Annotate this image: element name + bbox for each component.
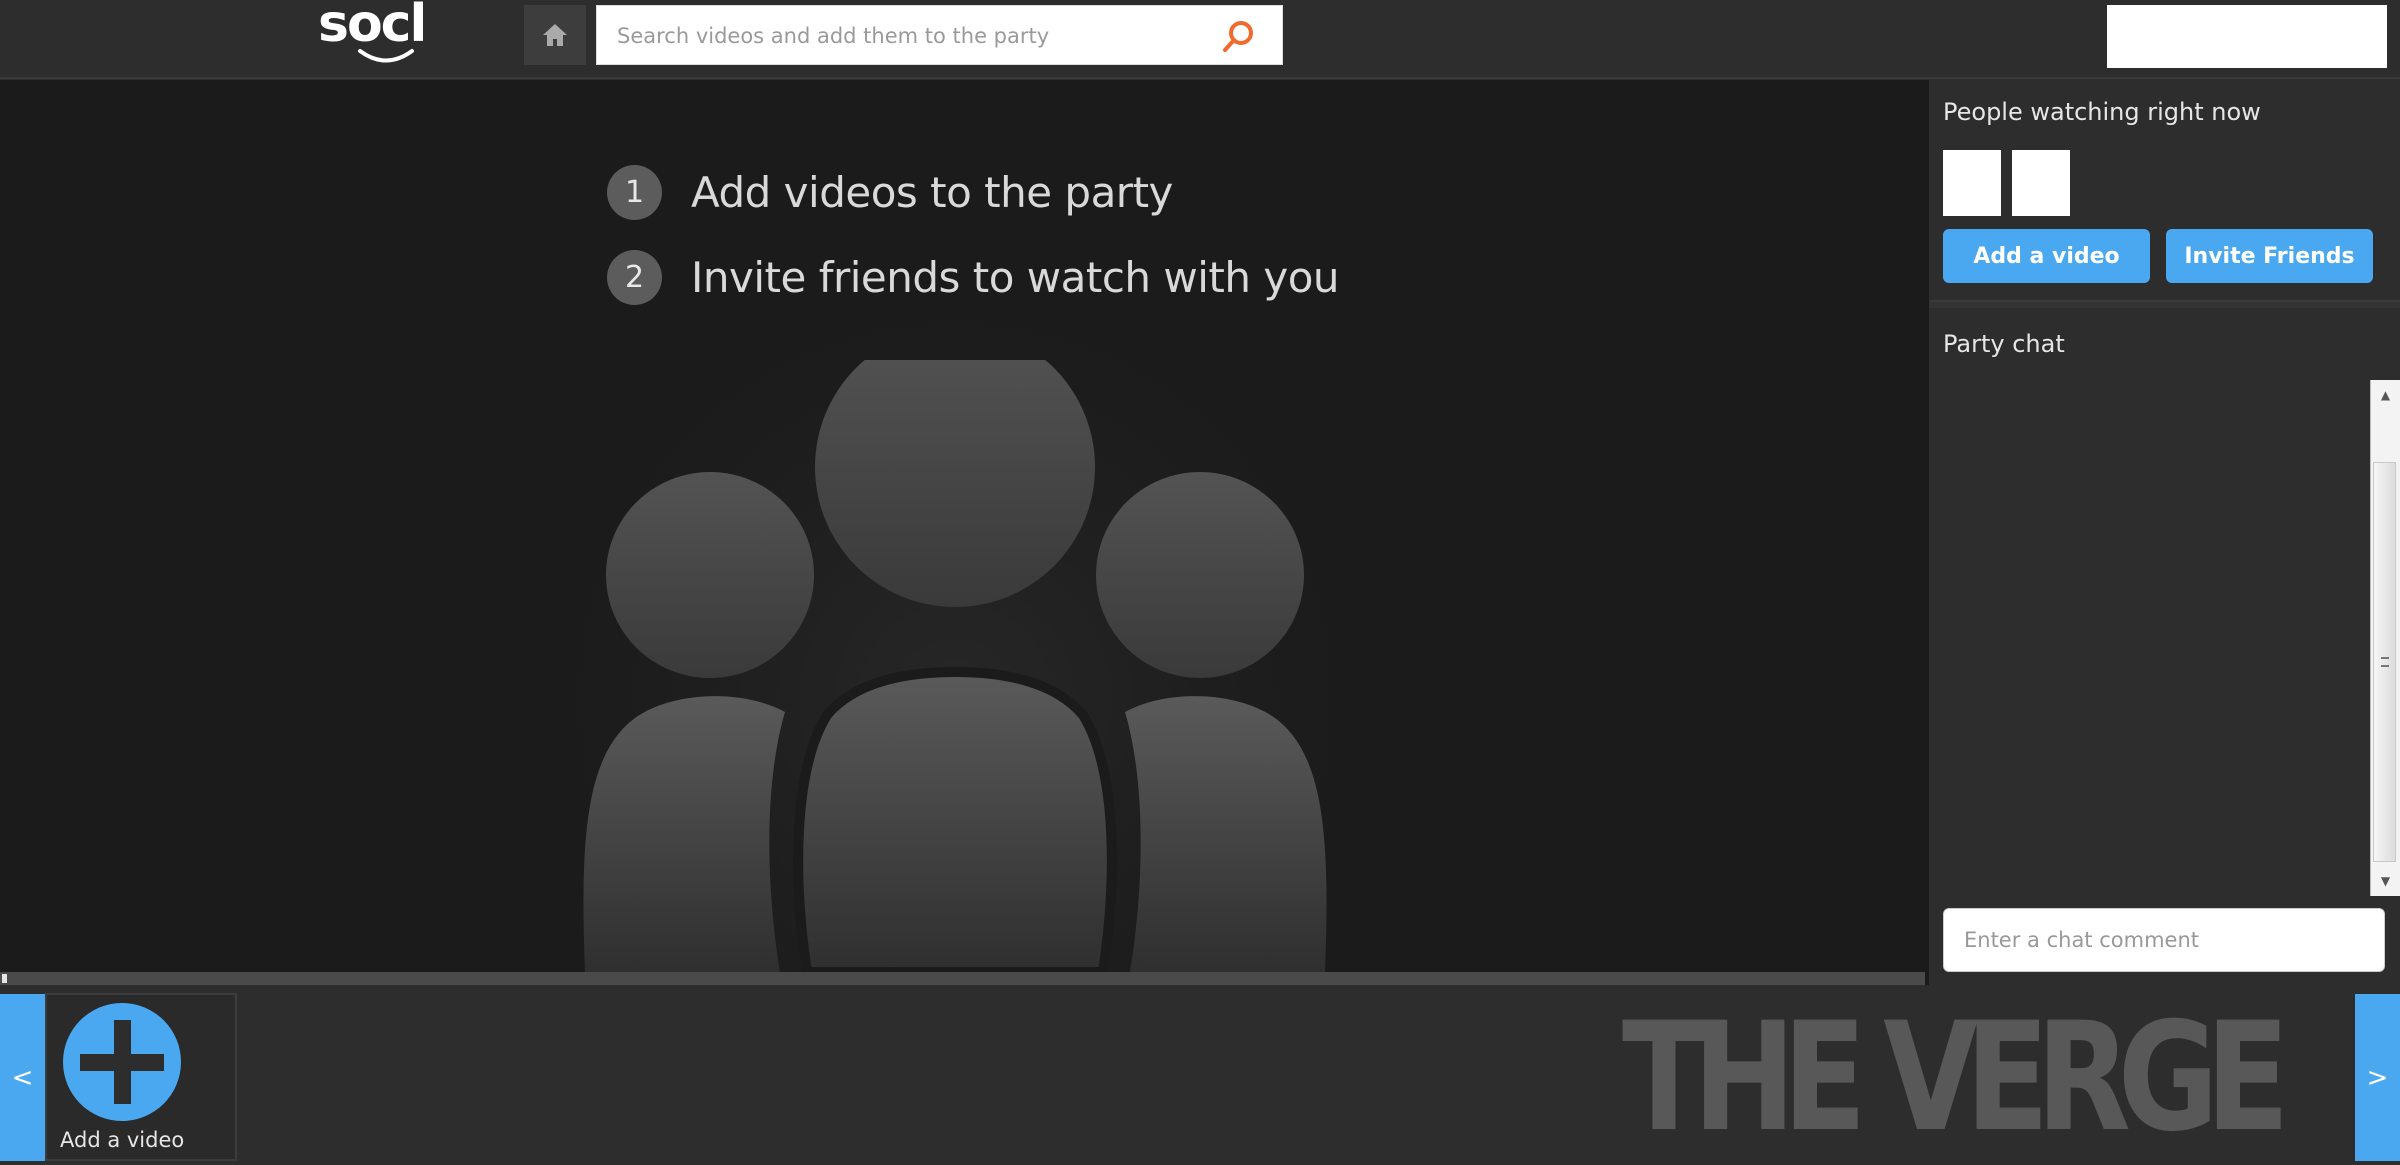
scrollbar-thumb[interactable] [2373,462,2396,862]
search-box [596,5,1283,66]
chat-input-box [1943,908,2385,972]
account-area[interactable] [2107,5,2387,68]
tile-label: Add a video [60,1128,185,1152]
smile-icon [358,49,414,63]
chat-scrollbar[interactable]: ▲ ▼ [2370,380,2400,896]
progress-handle[interactable] [2,974,7,983]
step-text: Add videos to the party [691,168,1173,217]
queue-prev-button[interactable]: < [0,994,45,1161]
home-icon [543,24,567,46]
the-verge-watermark: THE VERGE [1622,991,2290,1165]
step-text: Invite friends to watch with you [691,253,1340,302]
step-add-videos: 1 Add videos to the party [607,165,1173,220]
step-number-badge: 1 [607,165,662,220]
playback-progress-bar[interactable] [0,972,1925,985]
viewer-avatar[interactable] [2012,150,2070,216]
people-watching-heading: People watching right now [1943,98,2261,126]
socl-logo[interactable]: socl [318,0,448,74]
plus-circle-icon [63,1003,181,1121]
scroll-up-arrow-icon[interactable]: ▲ [2371,380,2400,410]
search-icon[interactable] [1220,19,1256,55]
search-input[interactable] [615,6,1199,66]
scroll-down-arrow-icon[interactable]: ▼ [2371,866,2400,896]
chat-comment-input[interactable] [1944,909,2384,971]
add-video-button[interactable]: Add a video [1943,229,2150,283]
step-number-badge: 2 [607,250,662,305]
party-chat-heading: Party chat [1943,330,2065,358]
video-stage: 1 Add videos to the party 2 Invite frien… [0,80,1925,972]
queue-next-button[interactable]: > [2355,994,2400,1161]
grip-icon [2381,657,2389,667]
invite-friends-button[interactable]: Invite Friends [2166,229,2373,283]
step-invite-friends: 2 Invite friends to watch with you [607,250,1340,305]
home-button[interactable] [524,5,586,65]
viewer-avatar[interactable] [1943,150,2001,216]
people-group-icon [583,360,1327,972]
logo-text: socl [318,0,427,54]
sidebar-divider [1929,300,2400,308]
queue-add-video-tile[interactable]: Add a video [45,993,237,1161]
